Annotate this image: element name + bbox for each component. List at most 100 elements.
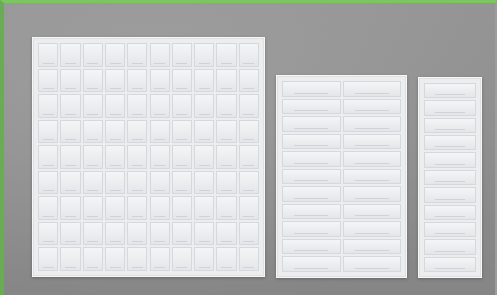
tray-cell [171,119,193,144]
tray-cell [60,68,81,93]
tray-cell [82,145,103,169]
tray-cell [60,196,81,220]
tray-cell [127,68,148,93]
tray-cell [149,94,170,118]
tray-cell [171,94,193,118]
tray-cell [424,117,476,134]
tray-cell [60,221,81,246]
tray-cell [82,119,103,144]
tray-cell [127,221,148,246]
tray-cell [60,43,81,67]
tray-cell [194,94,215,118]
tray-cell [282,133,341,150]
tray-cell [216,68,237,93]
tray-cell [282,98,341,115]
tray-medium [276,75,407,278]
tray-cell [424,204,476,220]
tray-cell [194,43,215,67]
tray-cell [104,145,126,169]
tray-cell [216,247,237,271]
tray-cell [238,94,259,118]
tray-cell [282,238,341,255]
tray-cell [60,170,81,195]
tray-cell [127,170,148,195]
tray-cell [82,247,103,271]
tray-cell [127,43,148,67]
tray-cell [149,247,170,271]
tray-cell [424,100,476,116]
tray-cell [342,133,401,150]
tray-cell [238,170,259,195]
tray-cell [104,119,126,144]
tray-cell [171,221,193,246]
tray-cell [38,94,59,118]
tray-cell [342,256,401,272]
tray-cell [127,94,148,118]
tray-cell [38,68,59,93]
tray-cell [171,170,193,195]
tray-cell [424,187,476,203]
tray-cell [127,119,148,144]
photo-frame [0,0,497,295]
tray-cell [171,145,193,169]
tray-cell [238,43,259,67]
tray-cell [194,247,215,271]
tray-cell [171,247,193,271]
tray-cell [424,169,476,186]
tray-cell [282,151,341,167]
tray-cell [194,170,215,195]
tray-cell [342,98,401,115]
tray-cell [282,203,341,220]
tray-cell [104,94,126,118]
tray-cell [216,145,237,169]
tray-cell [238,68,259,93]
tray-cell [194,145,215,169]
tray-cell [82,68,103,93]
tray-cell [194,196,215,220]
tray-cell [38,170,59,195]
tray-cell [216,221,237,246]
tray-cell [104,196,126,220]
tray-cell [424,152,476,168]
tray-cell [38,43,59,67]
tray-cell [38,221,59,246]
tray-cell [194,221,215,246]
tray-cell [149,145,170,169]
tray-cell [60,94,81,118]
tray-cell [60,145,81,169]
tray-cell [424,256,476,272]
tray-large [32,37,265,277]
tray-cell [149,196,170,220]
tray-cell [282,168,341,185]
tray-cell [342,221,401,237]
tray-cell [216,196,237,220]
tray-cell [282,81,341,97]
tray-cell [82,43,103,67]
tray-cell [149,119,170,144]
tray-cell [104,247,126,271]
tray-cell [60,247,81,271]
tray-cell [171,196,193,220]
tray-cell [127,145,148,169]
tray-cell [424,83,476,99]
tray-cell [171,43,193,67]
tray-cell [282,186,341,202]
tray-cell [216,170,237,195]
tray-cell [194,68,215,93]
tray-cell [238,247,259,271]
tray-cell [194,119,215,144]
tray-cell [282,116,341,132]
tray-cell [104,43,126,67]
tray-cell [38,145,59,169]
tray-cell [216,119,237,144]
tray-cell [104,221,126,246]
tray-cell [38,119,59,144]
tray-cell [342,186,401,202]
tray-cell [424,221,476,238]
tray-cell [149,68,170,93]
tray-cell [38,247,59,271]
tray-cell [342,203,401,220]
tray-cell [238,145,259,169]
tray-cell [38,196,59,220]
tray-cell [149,43,170,67]
